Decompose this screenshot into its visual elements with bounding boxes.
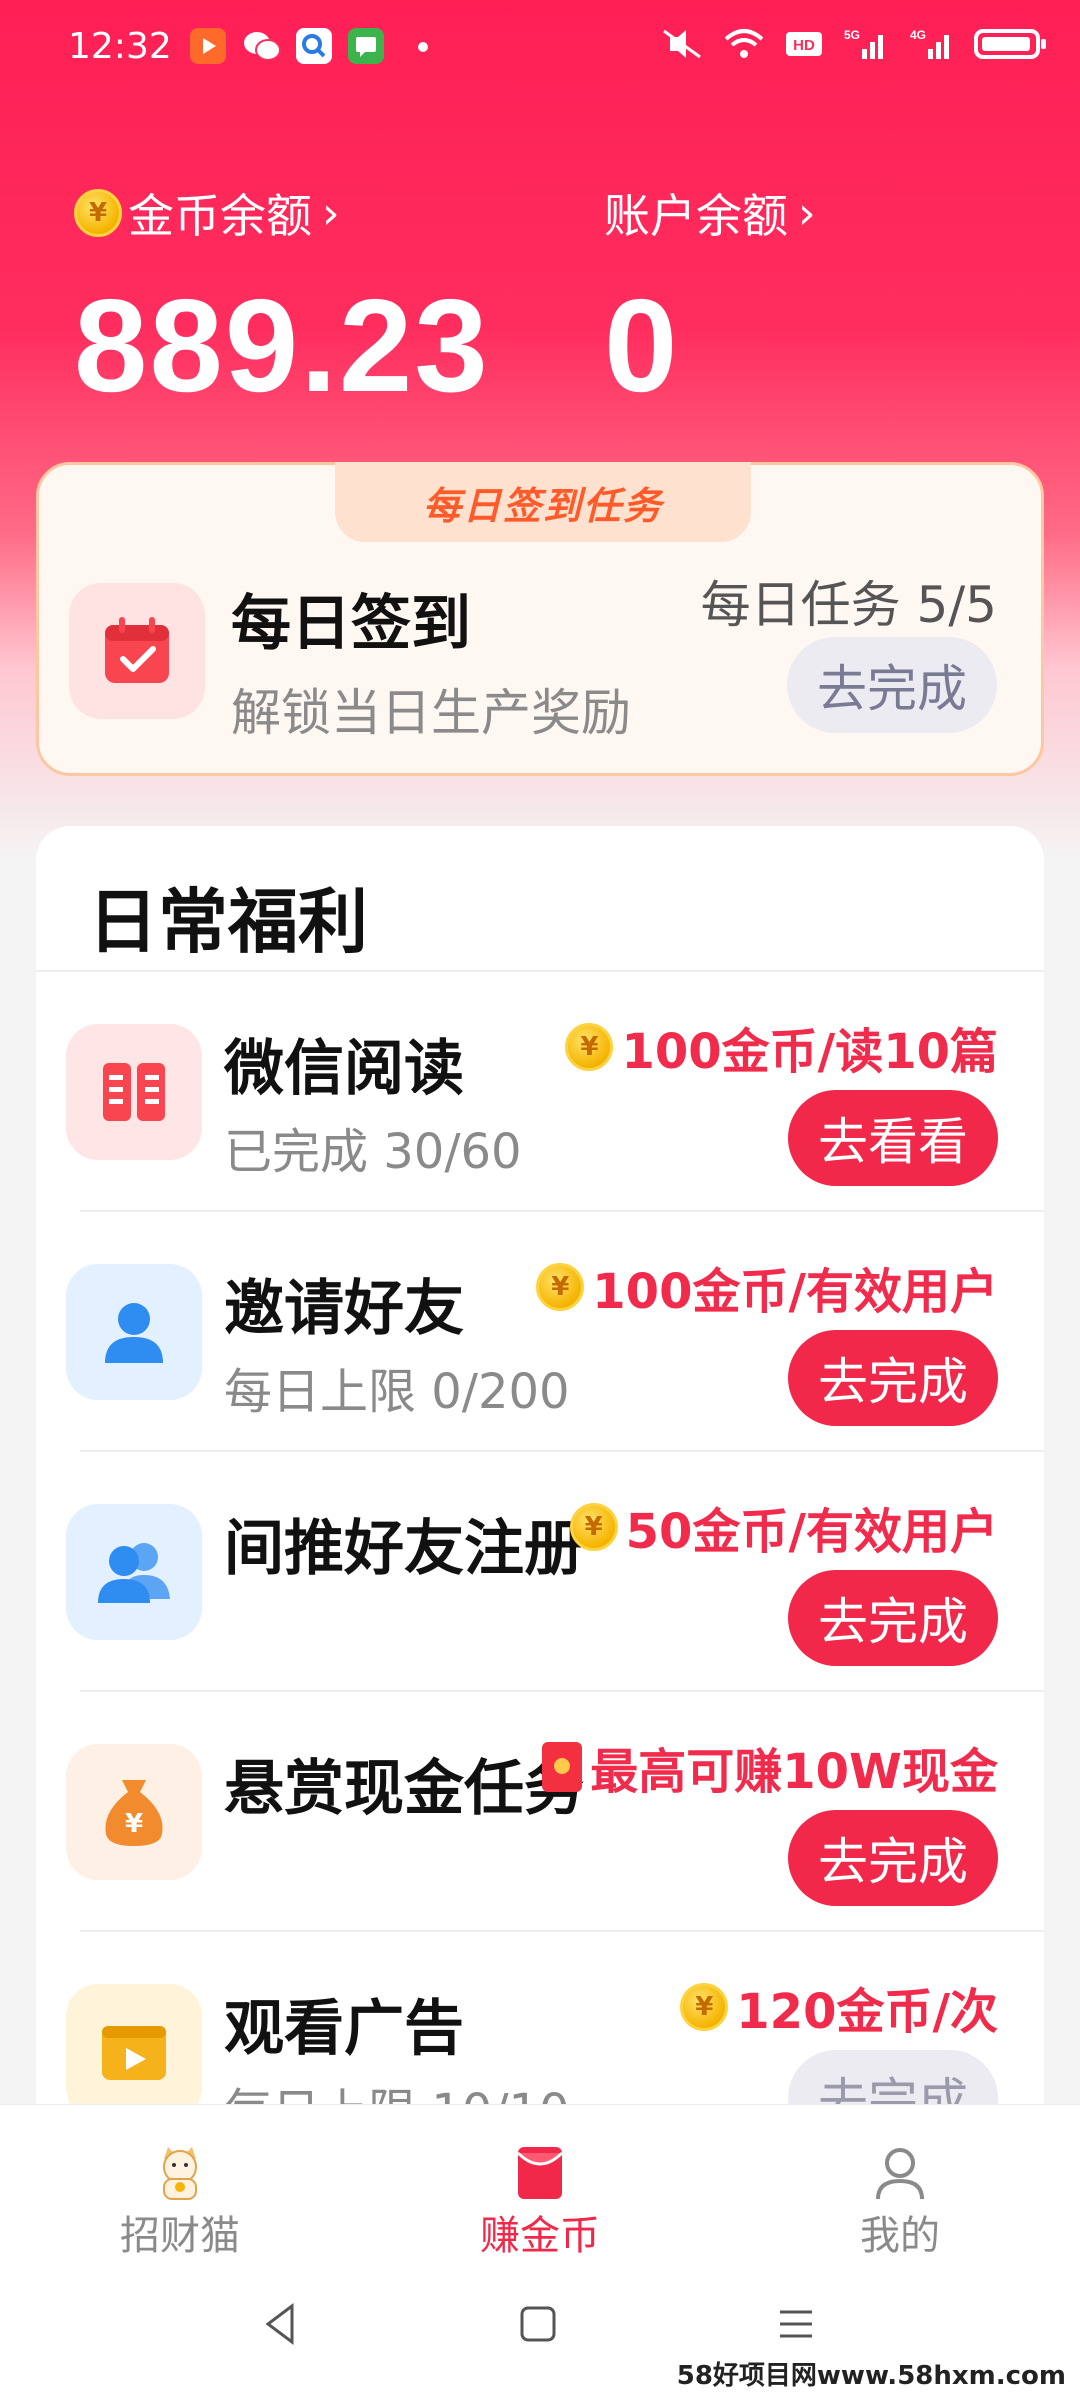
item-title: 间推好友注册 xyxy=(224,1514,584,1584)
item-reward-text: 100金币/读10篇 xyxy=(621,1024,998,1080)
daily-sign-title: 每日签到 xyxy=(231,589,471,659)
bottom-nav: 招财猫 赚金币 我的 xyxy=(0,2104,1080,2259)
daily-sign-card: 每日签到任务 每日签到 解锁当日生产奖励 每日任务 5/5 去完成 xyxy=(36,462,1044,776)
red-envelope-icon xyxy=(542,1742,583,1792)
calendar-icon xyxy=(69,583,205,719)
daily-task-count: 每日任务 5/5 xyxy=(700,576,997,634)
item-title: 悬赏现金任务 xyxy=(224,1754,584,1824)
message-app-icon xyxy=(348,28,384,64)
daily-sign-subtitle: 解锁当日生产奖励 xyxy=(231,684,631,742)
hd-icon: HD xyxy=(786,32,822,56)
account-balance-link[interactable]: 账户余额 › xyxy=(604,180,816,246)
tab-lucky-cat[interactable]: 招财猫 xyxy=(0,2105,360,2259)
user-icon xyxy=(66,1264,202,1400)
daily-welfare-section: 日常福利 微信阅读 已完成 30/60 ¥ 100金币/读10篇 去看看 邀请好… xyxy=(36,826,1044,2226)
welfare-item-indirect-invite: 间推好友注册 ¥ 50金币/有效用户 去完成 xyxy=(36,1452,1044,1692)
svg-text:4G: 4G xyxy=(910,28,926,42)
go-view-button[interactable]: 去看看 xyxy=(788,1090,998,1186)
welfare-item-bounty-task: ¥ 悬赏现金任务 最高可赚10W现金 去完成 xyxy=(36,1692,1044,1932)
coin-balance-value: 889.23 xyxy=(74,272,490,419)
svg-text:¥: ¥ xyxy=(125,1809,143,1839)
notification-dot xyxy=(418,42,428,52)
video-app-icon xyxy=(190,28,226,64)
coin-icon: ¥ xyxy=(536,1263,585,1311)
signal-5g-icon: 5G xyxy=(844,28,883,59)
battery-icon xyxy=(974,29,1046,59)
item-title: 观看广告 xyxy=(224,1994,464,2064)
item-reward: ¥ 100金币/读10篇 xyxy=(565,1012,998,1082)
tab-label: 赚金币 xyxy=(480,2213,600,2259)
item-reward: 最高可赚10W现金 xyxy=(542,1732,998,1802)
complete-button[interactable]: 去完成 xyxy=(788,1570,998,1666)
lucky-cat-icon xyxy=(154,2145,206,2201)
daily-sign-tab: 每日签到任务 xyxy=(335,462,751,542)
welfare-title: 日常福利 xyxy=(88,881,368,963)
complete-button[interactable]: 去完成 xyxy=(788,1810,998,1906)
account-balance-label: 账户余额 xyxy=(604,189,788,243)
tab-earn-coins[interactable]: 赚金币 xyxy=(360,2105,720,2259)
tab-label: 我的 xyxy=(860,2213,940,2259)
wifi-icon xyxy=(724,29,764,58)
status-time: 12:32 xyxy=(68,26,172,67)
coin-icon: ¥ xyxy=(569,1503,618,1551)
item-subtitle: 每日上限 0/200 xyxy=(224,1364,570,1420)
users-icon xyxy=(66,1504,202,1640)
item-reward-text: 最高可赚10W现金 xyxy=(590,1744,998,1800)
item-title: 邀请好友 xyxy=(224,1274,464,1344)
tab-label: 招财猫 xyxy=(120,2213,240,2259)
status-bar: 12:32 HD 5G 4G xyxy=(0,0,1080,96)
profile-icon xyxy=(874,2145,926,2201)
coin-balance-link[interactable]: ¥ 金币余额 › xyxy=(74,180,340,246)
item-subtitle: 已完成 30/60 xyxy=(224,1124,522,1180)
mute-icon xyxy=(663,29,701,59)
item-reward-text: 50金币/有效用户 xyxy=(625,1504,998,1560)
money-bag-icon: ¥ xyxy=(66,1744,202,1880)
item-reward-text: 100金币/有效用户 xyxy=(592,1264,998,1320)
red-envelope-icon xyxy=(516,2145,564,2201)
item-reward: ¥ 120金币/次 xyxy=(680,1972,998,2042)
welfare-item-wechat-read: 微信阅读 已完成 30/60 ¥ 100金币/读10篇 去看看 xyxy=(36,972,1044,1212)
wechat-icon xyxy=(242,28,281,64)
video-icon xyxy=(66,1984,202,2120)
search-app-icon xyxy=(296,28,332,64)
watermark: 58好项目网www.58hxm.com xyxy=(676,2361,1066,2391)
back-icon[interactable] xyxy=(250,2294,310,2354)
coin-balance-label: 金币余额 xyxy=(128,189,312,243)
item-title: 微信阅读 xyxy=(224,1034,464,1104)
system-navigation-bar: 58好项目网www.58hxm.com xyxy=(0,2254,1080,2400)
coin-icon: ¥ xyxy=(74,189,122,237)
coin-icon: ¥ xyxy=(680,1983,729,2031)
item-reward-text: 120金币/次 xyxy=(736,1984,998,2040)
home-icon[interactable] xyxy=(508,2294,568,2354)
coin-icon: ¥ xyxy=(565,1023,614,1071)
svg-text:5G: 5G xyxy=(844,28,860,42)
account-balance-value: 0 xyxy=(604,272,680,419)
chevron-right-icon: › xyxy=(798,187,816,239)
tab-mine[interactable]: 我的 xyxy=(720,2105,1080,2259)
daily-sign-button[interactable]: 去完成 xyxy=(787,637,997,733)
svg-text:HD: HD xyxy=(793,37,815,54)
chevron-right-icon: › xyxy=(322,187,340,239)
status-icons: HD 5G 4G xyxy=(660,22,1046,66)
welfare-item-invite-friends: 邀请好友 每日上限 0/200 ¥ 100金币/有效用户 去完成 xyxy=(36,1212,1044,1452)
menu-icon[interactable] xyxy=(766,2294,826,2354)
book-icon xyxy=(66,1024,202,1160)
signal-4g-icon: 4G xyxy=(910,28,949,59)
complete-button[interactable]: 去完成 xyxy=(788,1330,998,1426)
item-reward: ¥ 100金币/有效用户 xyxy=(536,1252,998,1322)
item-reward: ¥ 50金币/有效用户 xyxy=(569,1492,998,1562)
